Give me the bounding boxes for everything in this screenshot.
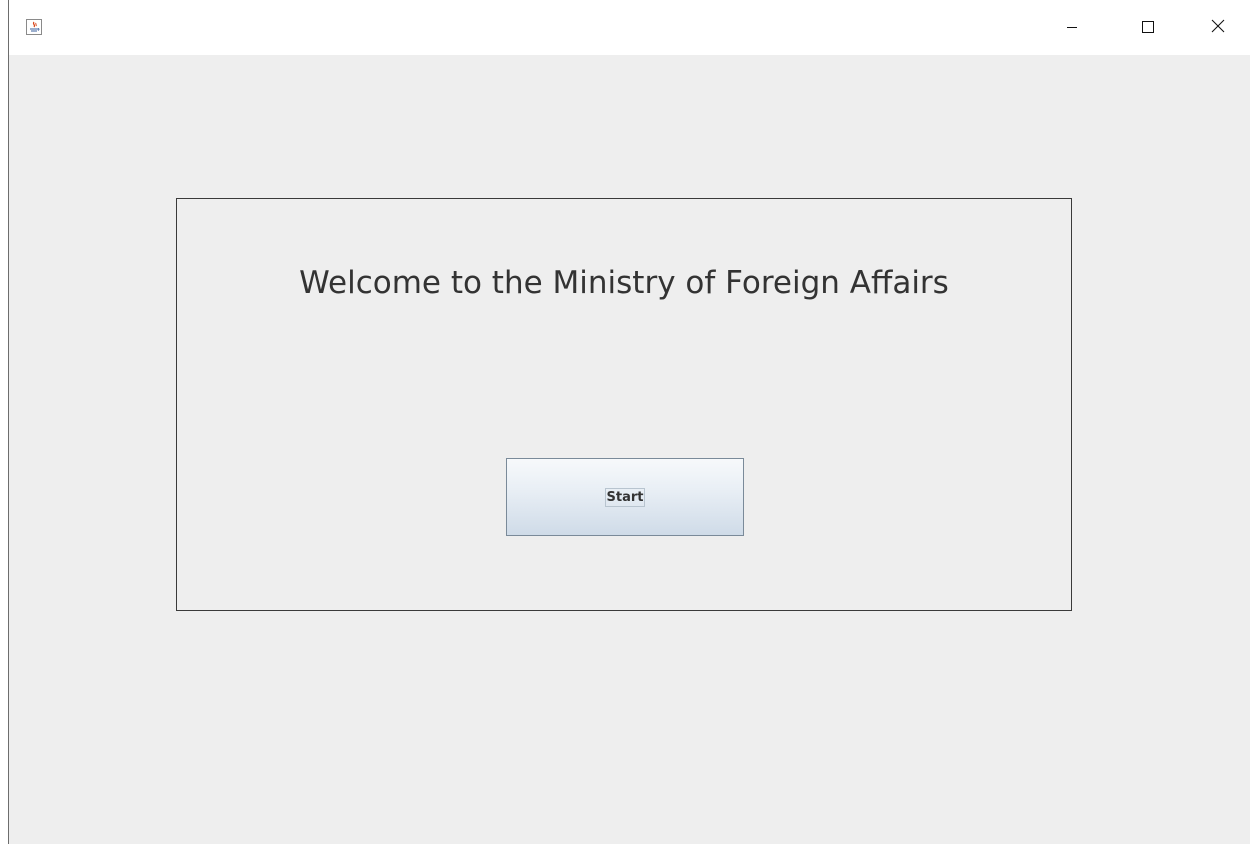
minimize-button[interactable] [1049,0,1095,55]
welcome-heading: Welcome to the Ministry of Foreign Affai… [299,265,949,301]
welcome-panel: Welcome to the Ministry of Foreign Affai… [176,198,1072,611]
title-bar[interactable] [9,0,1250,55]
app-window: Welcome to the Ministry of Foreign Affai… [8,0,1250,844]
maximize-button[interactable] [1125,0,1171,55]
java-icon[interactable] [26,19,42,35]
close-icon [1211,18,1225,37]
minimize-icon [1066,18,1078,37]
maximize-icon [1142,18,1154,37]
start-button[interactable]: Start [506,458,744,536]
start-button-label: Start [604,487,646,507]
close-button[interactable] [1195,0,1241,55]
